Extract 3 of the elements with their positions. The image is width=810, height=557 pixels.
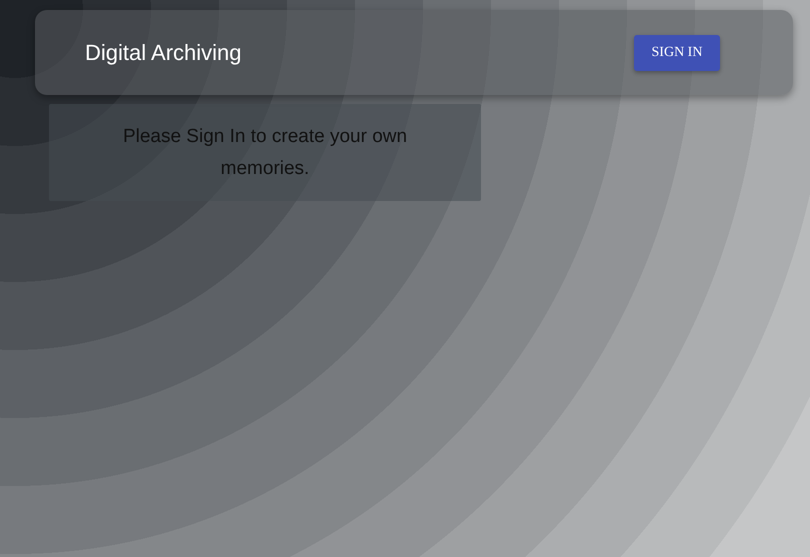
sign-in-button[interactable]: SIGN IN [634,34,720,70]
app-title: Digital Archiving [85,40,242,66]
message-text: Please Sign In to create your own memories. [122,124,408,180]
